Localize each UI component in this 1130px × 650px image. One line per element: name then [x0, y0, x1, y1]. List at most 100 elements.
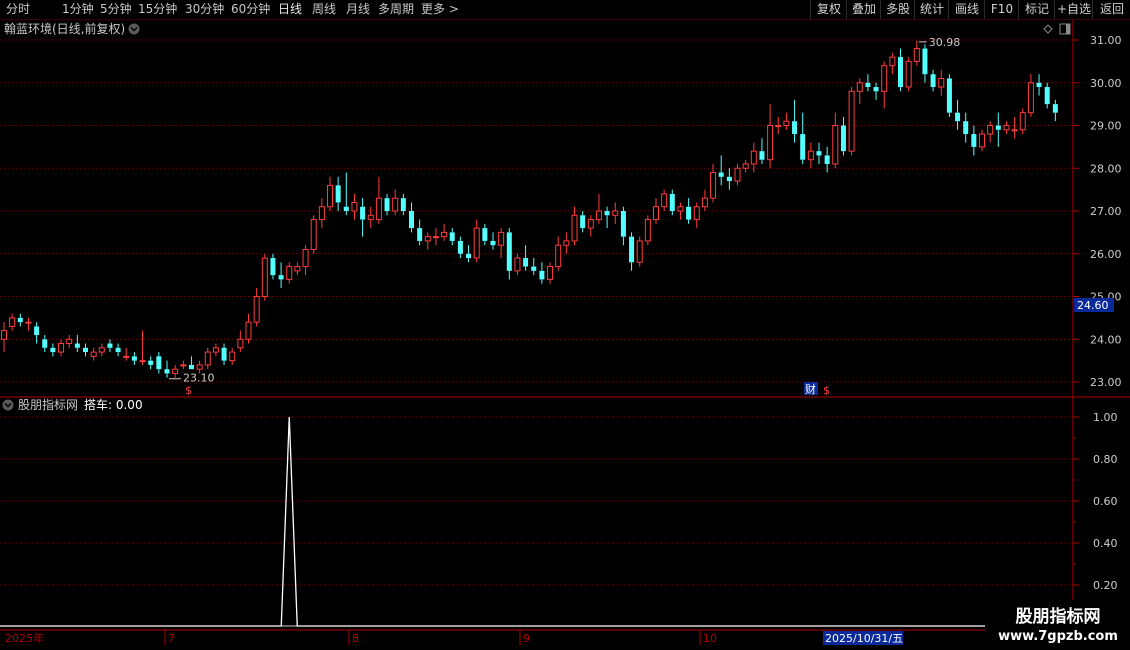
candle	[42, 334, 48, 353]
candle	[898, 48, 903, 92]
candle	[1019, 108, 1026, 135]
watermark-title: 股朋指标网	[1016, 606, 1101, 627]
candle	[278, 262, 284, 288]
candle	[644, 215, 651, 246]
candle	[636, 236, 643, 267]
candle	[229, 347, 236, 365]
candle	[792, 99, 798, 143]
candle	[759, 138, 765, 164]
candle	[629, 232, 635, 271]
time-label: 10	[703, 632, 717, 645]
candle	[17, 313, 23, 327]
price-tick-label: 28.00	[1090, 162, 1122, 175]
candle	[367, 206, 374, 229]
candle	[661, 189, 668, 211]
candle	[669, 189, 675, 216]
candle	[653, 198, 659, 224]
candle	[360, 198, 366, 237]
candle	[710, 163, 717, 203]
candle	[555, 236, 562, 271]
candle	[409, 202, 414, 233]
watermark-url: www.7gpzb.com	[998, 629, 1118, 644]
candle	[563, 232, 570, 254]
dividend-marker[interactable]: $	[185, 384, 192, 397]
candle	[1044, 82, 1050, 109]
svg-text:23.10: 23.10	[183, 372, 215, 385]
candle	[74, 334, 80, 353]
current-price-value: 24.60	[1077, 299, 1109, 312]
candle	[856, 78, 863, 105]
candle	[310, 215, 317, 254]
candle	[490, 232, 496, 250]
price-tick-label: 29.00	[1090, 120, 1122, 133]
candle	[204, 347, 211, 370]
price-panel-header: 翰蓝环境(日线,前复权)	[4, 21, 1071, 36]
candle	[327, 176, 333, 211]
time-axis: 2025年 7 8 9 10	[5, 630, 717, 645]
candle	[767, 104, 774, 169]
candle	[270, 253, 276, 280]
price-tick-label: 23.00	[1090, 376, 1122, 389]
candle	[971, 125, 977, 156]
time-label: 7	[168, 632, 175, 645]
candle	[457, 236, 463, 259]
candle	[9, 313, 16, 331]
indicator-grid	[0, 416, 1073, 586]
candle	[375, 176, 382, 224]
candle	[995, 112, 1001, 147]
candle	[335, 176, 341, 211]
price-tick-label: 30.00	[1090, 77, 1122, 90]
candle	[261, 253, 268, 301]
indicator-axis: 1.00 0.80 0.60 0.40 0.20	[1073, 411, 1118, 607]
candle	[531, 258, 537, 276]
candle	[816, 142, 822, 164]
candle	[164, 360, 170, 378]
indicator-tick-label: 0.60	[1093, 495, 1118, 508]
chevron-down-icon[interactable]	[2, 399, 14, 411]
candle	[930, 69, 936, 92]
diamond-icon[interactable]	[1043, 24, 1053, 34]
candle	[156, 352, 162, 374]
candle	[131, 352, 137, 365]
candle	[800, 112, 806, 164]
candle	[180, 360, 187, 370]
candle	[587, 215, 594, 237]
candle	[302, 245, 309, 276]
candle	[237, 330, 244, 353]
dividend-marker[interactable]: $	[823, 384, 830, 397]
candle	[212, 343, 219, 357]
candle	[523, 245, 529, 271]
candle	[881, 61, 888, 109]
chevron-down-icon[interactable]	[128, 23, 140, 35]
candle	[466, 245, 472, 263]
candle	[686, 198, 692, 224]
candle	[539, 262, 545, 284]
financial-report-marker[interactable]: 财	[804, 382, 818, 396]
candle	[718, 155, 724, 186]
candle	[677, 202, 684, 220]
time-label: 2025年	[5, 631, 44, 645]
candle	[612, 202, 619, 224]
candle	[245, 313, 252, 344]
candle	[294, 262, 301, 276]
candle	[604, 206, 610, 229]
candle	[498, 228, 505, 259]
chart-frame	[0, 20, 1130, 631]
indicator-tick-label: 0.20	[1093, 579, 1118, 592]
candle	[734, 163, 741, 186]
candle	[913, 40, 920, 66]
candle	[392, 189, 399, 216]
candle	[318, 198, 325, 229]
candle	[775, 116, 782, 135]
candle	[1036, 74, 1042, 96]
candle	[571, 206, 578, 246]
candle	[955, 99, 961, 130]
candle	[351, 193, 358, 220]
candle	[946, 74, 952, 117]
candle	[547, 262, 554, 284]
candle	[840, 116, 846, 156]
candle	[50, 343, 56, 357]
candle	[865, 74, 871, 92]
candle	[221, 343, 227, 365]
panel-toggle-icon[interactable]	[1059, 23, 1071, 35]
